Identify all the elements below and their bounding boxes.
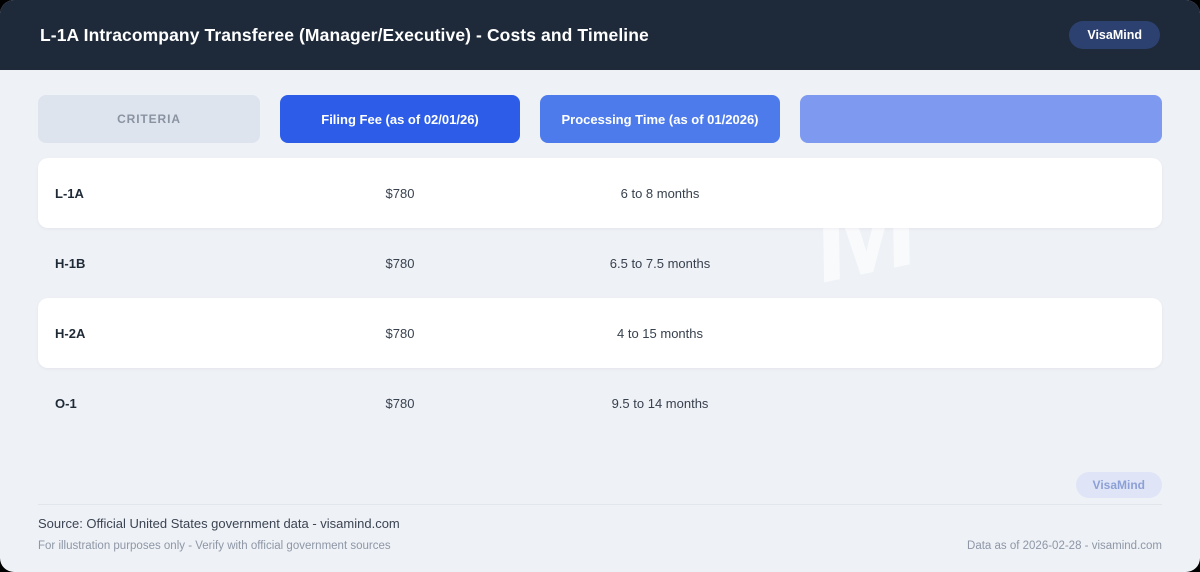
fineprint-row: For illustration purposes only - Verify … [38,540,1162,552]
table-row: H-1B $780 6.5 to 7.5 months [38,228,1162,298]
footer-badge-row: VisaMind [38,472,1162,498]
row-processing-time-value: 6.5 to 7.5 months [609,255,711,271]
table-row: L-1A $780 6 to 8 months [38,158,1162,228]
row-processing-time-value: 4 to 15 months [617,325,703,341]
row-processing-time-value: 9.5 to 14 months [611,395,709,411]
row-criteria-label: O-1 [55,395,77,411]
visamind-header-badge[interactable]: VisaMind [1069,21,1160,49]
row-criteria-label: L-1A [55,185,84,201]
column-header-processing-time[interactable]: Processing Time (as of 01/2026) [540,95,780,143]
column-header-filing-fee[interactable]: Filing Fee (as of 02/01/26) [280,95,520,143]
table-row: O-1 $780 9.5 to 14 months [38,368,1162,438]
row-criteria-label: H-1B [55,255,86,271]
footer-divider [38,504,1162,505]
page-title: L-1A Intracompany Transferee (Manager/Ex… [40,24,649,45]
app-header: L-1A Intracompany Transferee (Manager/Ex… [0,0,1200,70]
content-area: M CRITERIA Filing Fee (as of 02/01/26) P… [0,70,1200,572]
column-header-extra[interactable] [800,95,1162,143]
column-header-criteria[interactable]: CRITERIA [38,95,260,143]
source-text: Source: Official United States governmen… [38,516,400,531]
visa-comparison-card: L-1A Intracompany Transferee (Manager/Ex… [0,0,1200,572]
table-row: H-2A $780 4 to 15 months [38,298,1162,368]
row-filing-fee-value: $780 [385,255,415,271]
visamind-footer-badge[interactable]: VisaMind [1075,472,1162,498]
row-processing-time-value: 6 to 8 months [620,185,700,201]
disclaimer-text: For illustration purposes only - Verify … [38,540,391,552]
column-header-row: CRITERIA Filing Fee (as of 02/01/26) Pro… [38,95,1162,143]
row-criteria-label: H-2A [55,325,86,341]
row-filing-fee-value: $780 [385,185,415,201]
row-filing-fee-value: $780 [385,325,415,341]
row-filing-fee-value: $780 [385,395,415,411]
data-as-of-text: Data as of 2026-02-28 - visamind.com [967,540,1162,552]
comparison-table: L-1A $780 6 to 8 months H-1B $780 6.5 to… [38,158,1162,438]
